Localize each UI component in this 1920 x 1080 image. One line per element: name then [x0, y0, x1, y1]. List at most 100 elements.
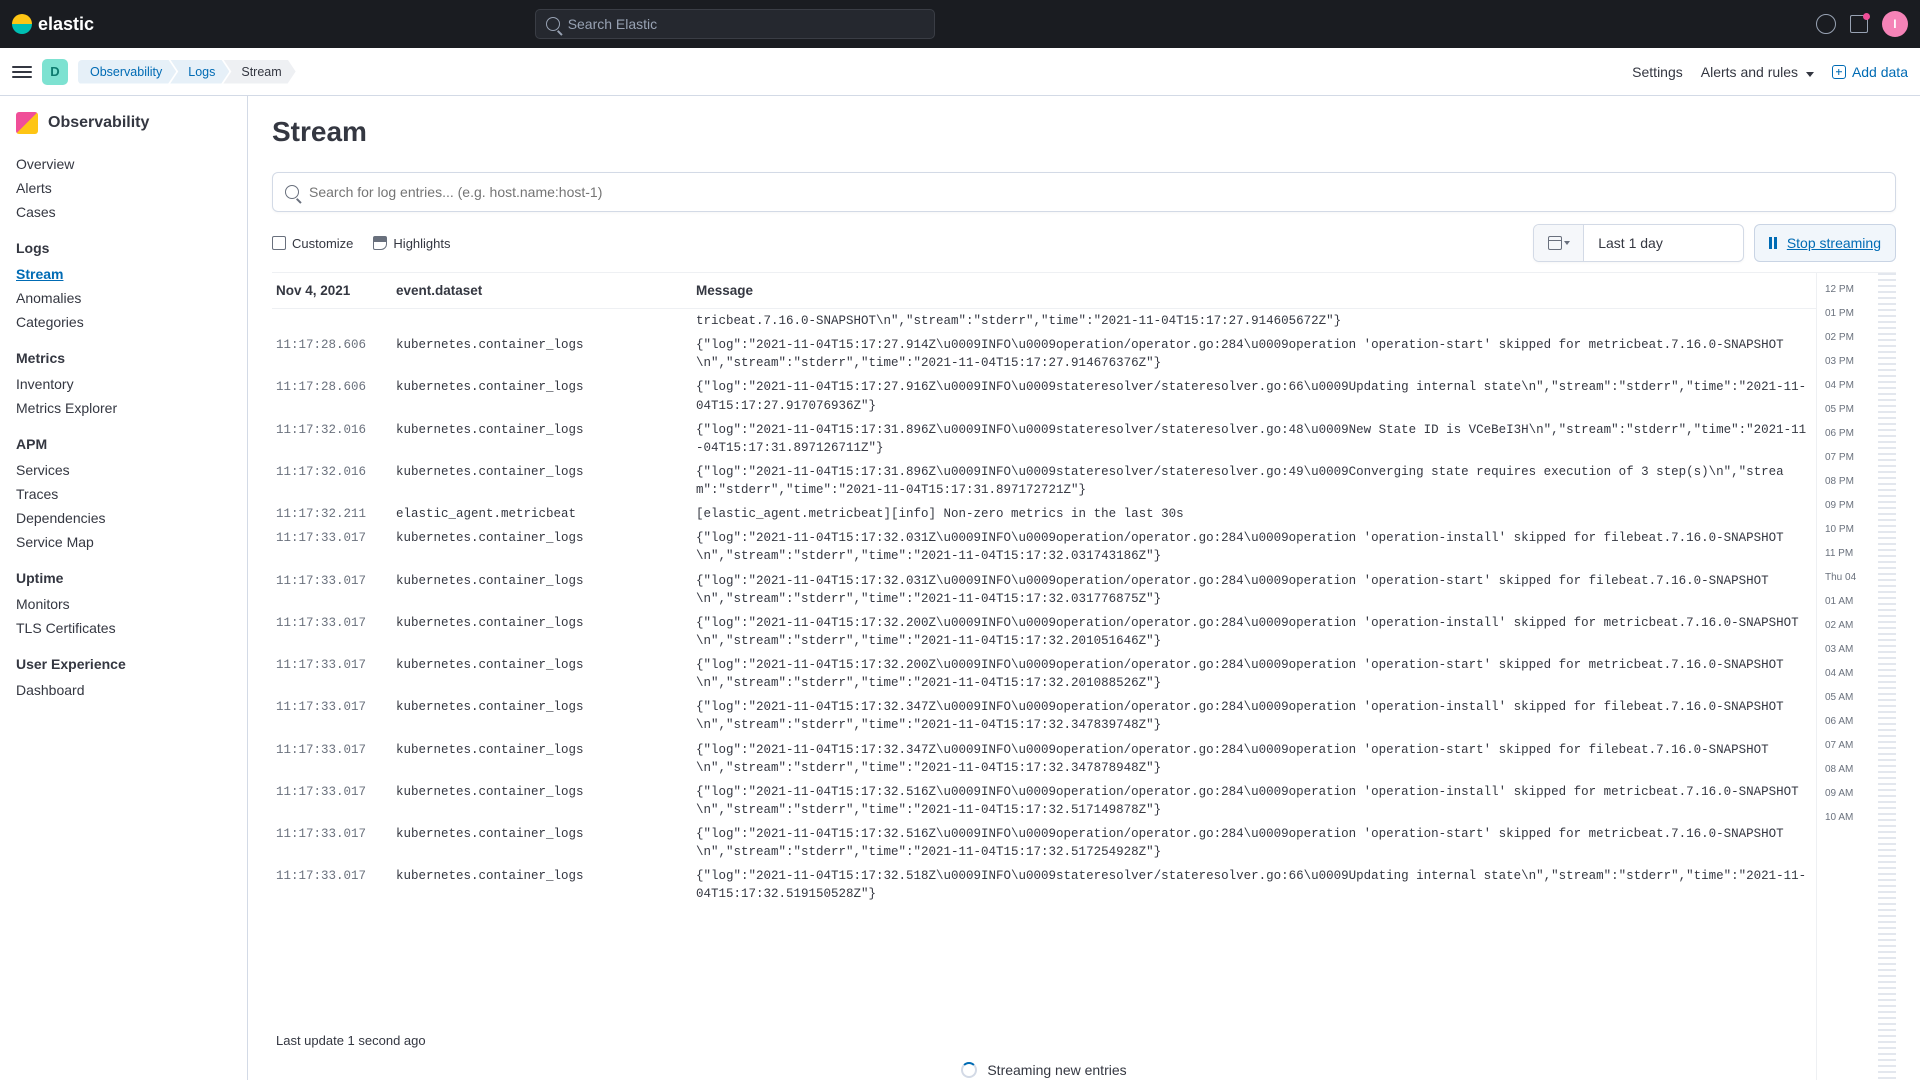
sidebar-heading-uptime: Uptime [16, 570, 247, 586]
nav-toggle-icon[interactable] [12, 66, 32, 78]
breadcrumb-stream: Stream [223, 60, 295, 84]
minimap-density [1878, 273, 1896, 1080]
col-dataset[interactable]: event.dataset [396, 283, 696, 298]
log-row[interactable]: 11:17:32.016kubernetes.container_logs{"l… [272, 460, 1816, 502]
customize-button[interactable]: Customize [272, 236, 353, 251]
log-message: tricbeat.7.16.0-SNAPSHOT\n","stream":"st… [696, 312, 1812, 330]
log-search-input[interactable] [272, 172, 1896, 212]
sub-header: D ObservabilityLogsStream Settings Alert… [0, 48, 1920, 96]
log-dataset: kubernetes.container_logs [396, 614, 696, 650]
highlights-button[interactable]: Highlights [373, 236, 450, 251]
chevron-down-icon [1564, 241, 1570, 245]
breadcrumb-observability[interactable]: Observability [78, 60, 176, 84]
space-selector[interactable]: D [42, 59, 68, 85]
sidebar-item-traces[interactable]: Traces [16, 482, 247, 506]
log-row[interactable]: 11:17:28.606kubernetes.container_logs{"l… [272, 333, 1816, 375]
sidebar-item-categories[interactable]: Categories [16, 310, 247, 334]
log-row[interactable]: 11:17:28.606kubernetes.container_logs{"l… [272, 375, 1816, 417]
add-data-link[interactable]: Add data [1832, 64, 1908, 80]
log-dataset: kubernetes.container_logs [396, 698, 696, 734]
global-search[interactable]: Search Elastic [535, 9, 935, 39]
log-message: {"log":"2021-11-04T15:17:32.031Z\u0009IN… [696, 572, 1812, 608]
observability-icon [16, 112, 38, 134]
log-message: {"log":"2021-11-04T15:17:31.896Z\u0009IN… [696, 421, 1812, 457]
alerts-rules-menu[interactable]: Alerts and rules [1701, 64, 1814, 80]
sidebar-item-monitors[interactable]: Monitors [16, 592, 247, 616]
log-dataset: kubernetes.container_logs [396, 336, 696, 372]
log-time: 11:17:33.017 [276, 572, 396, 608]
col-message[interactable]: Message [696, 283, 1812, 298]
sidebar-item-metrics-explorer[interactable]: Metrics Explorer [16, 396, 247, 420]
log-message: {"log":"2021-11-04T15:17:32.347Z\u0009IN… [696, 741, 1812, 777]
sidebar-item-inventory[interactable]: Inventory [16, 372, 247, 396]
sidebar-item-dashboard[interactable]: Dashboard [16, 678, 247, 702]
log-message: {"log":"2021-11-04T15:17:27.914Z\u0009IN… [696, 336, 1812, 372]
log-dataset: kubernetes.container_logs [396, 529, 696, 565]
sidebar-heading-user-experience: User Experience [16, 656, 247, 672]
logs-table-header: Nov 4, 2021 event.dataset Message [272, 273, 1816, 309]
highlights-label: Highlights [393, 236, 450, 251]
log-message: [elastic_agent.metricbeat][info] Non-zer… [696, 505, 1812, 523]
highlight-icon [373, 236, 387, 250]
log-time: 11:17:33.017 [276, 783, 396, 819]
sidebar-title[interactable]: Observability [16, 112, 247, 134]
sidebar-heading-logs: Logs [16, 240, 247, 256]
settings-link[interactable]: Settings [1632, 64, 1683, 80]
log-row[interactable]: 11:17:33.017kubernetes.container_logs{"l… [272, 822, 1816, 864]
log-message: {"log":"2021-11-04T15:17:31.896Z\u0009IN… [696, 463, 1812, 499]
sliders-icon [272, 236, 286, 250]
log-row[interactable]: 11:17:32.016kubernetes.container_logs{"l… [272, 418, 1816, 460]
date-quick-select[interactable] [1534, 225, 1584, 261]
date-range-label: Last 1 day [1584, 235, 1743, 251]
elastic-logo-icon [12, 14, 32, 34]
log-search-field[interactable] [309, 184, 1883, 200]
sidebar-item-service-map[interactable]: Service Map [16, 530, 247, 554]
log-dataset: elastic_agent.metricbeat [396, 505, 696, 523]
sidebar-item-anomalies[interactable]: Anomalies [16, 286, 247, 310]
time-minimap[interactable]: 12 PM01 PM02 PM03 PM04 PM05 PM06 PM07 PM… [1816, 273, 1896, 1080]
sidebar-item-overview[interactable]: Overview [16, 152, 247, 176]
calendar-icon [1548, 236, 1562, 250]
log-dataset: kubernetes.container_logs [396, 741, 696, 777]
log-row[interactable]: 11:17:33.017kubernetes.container_logs{"l… [272, 569, 1816, 611]
log-dataset: kubernetes.container_logs [396, 825, 696, 861]
log-row[interactable]: 11:17:33.017kubernetes.container_logs{"l… [272, 653, 1816, 695]
log-dataset: kubernetes.container_logs [396, 656, 696, 692]
log-dataset: kubernetes.container_logs [396, 783, 696, 819]
breadcrumb-logs[interactable]: Logs [170, 60, 229, 84]
log-row[interactable]: tricbeat.7.16.0-SNAPSHOT\n","stream":"st… [272, 309, 1816, 333]
plus-circle-icon [1832, 65, 1846, 79]
log-time: 11:17:33.017 [276, 867, 396, 903]
sidebar-item-stream[interactable]: Stream [16, 262, 247, 286]
log-row[interactable]: 11:17:33.017kubernetes.container_logs{"l… [272, 695, 1816, 737]
stop-streaming-button[interactable]: Stop streaming [1754, 224, 1896, 262]
newsfeed-icon[interactable] [1850, 15, 1868, 33]
log-row[interactable]: 11:17:33.017kubernetes.container_logs{"l… [272, 611, 1816, 653]
sidebar-item-tls-certificates[interactable]: TLS Certificates [16, 616, 247, 640]
col-timestamp[interactable]: Nov 4, 2021 [276, 283, 396, 298]
sidebar-item-alerts[interactable]: Alerts [16, 176, 247, 200]
log-message: {"log":"2021-11-04T15:17:32.516Z\u0009IN… [696, 825, 1812, 861]
log-time [276, 312, 396, 330]
log-time: 11:17:33.017 [276, 614, 396, 650]
log-row[interactable]: 11:17:33.017kubernetes.container_logs{"l… [272, 738, 1816, 780]
sidebar-item-services[interactable]: Services [16, 458, 247, 482]
sidebar-item-dependencies[interactable]: Dependencies [16, 506, 247, 530]
log-dataset: kubernetes.container_logs [396, 867, 696, 903]
search-icon [546, 17, 560, 31]
logs-body[interactable]: tricbeat.7.16.0-SNAPSHOT\n","stream":"st… [272, 309, 1816, 1023]
log-time: 11:17:33.017 [276, 698, 396, 734]
log-row[interactable]: 11:17:32.211elastic_agent.metricbeat[ela… [272, 502, 1816, 526]
sidebar-item-cases[interactable]: Cases [16, 200, 247, 224]
date-range-picker[interactable]: Last 1 day [1533, 224, 1744, 262]
log-row[interactable]: 11:17:33.017kubernetes.container_logs{"l… [272, 780, 1816, 822]
help-icon[interactable] [1816, 14, 1836, 34]
global-header: elastic Search Elastic I [0, 0, 1920, 48]
log-row[interactable]: 11:17:33.017kubernetes.container_logs{"l… [272, 526, 1816, 568]
user-avatar[interactable]: I [1882, 11, 1908, 37]
log-message: {"log":"2021-11-04T15:17:27.916Z\u0009IN… [696, 378, 1812, 414]
log-message: {"log":"2021-11-04T15:17:32.518Z\u0009IN… [696, 867, 1812, 903]
log-dataset: kubernetes.container_logs [396, 463, 696, 499]
elastic-logo[interactable]: elastic [12, 14, 94, 35]
log-row[interactable]: 11:17:33.017kubernetes.container_logs{"l… [272, 864, 1816, 906]
